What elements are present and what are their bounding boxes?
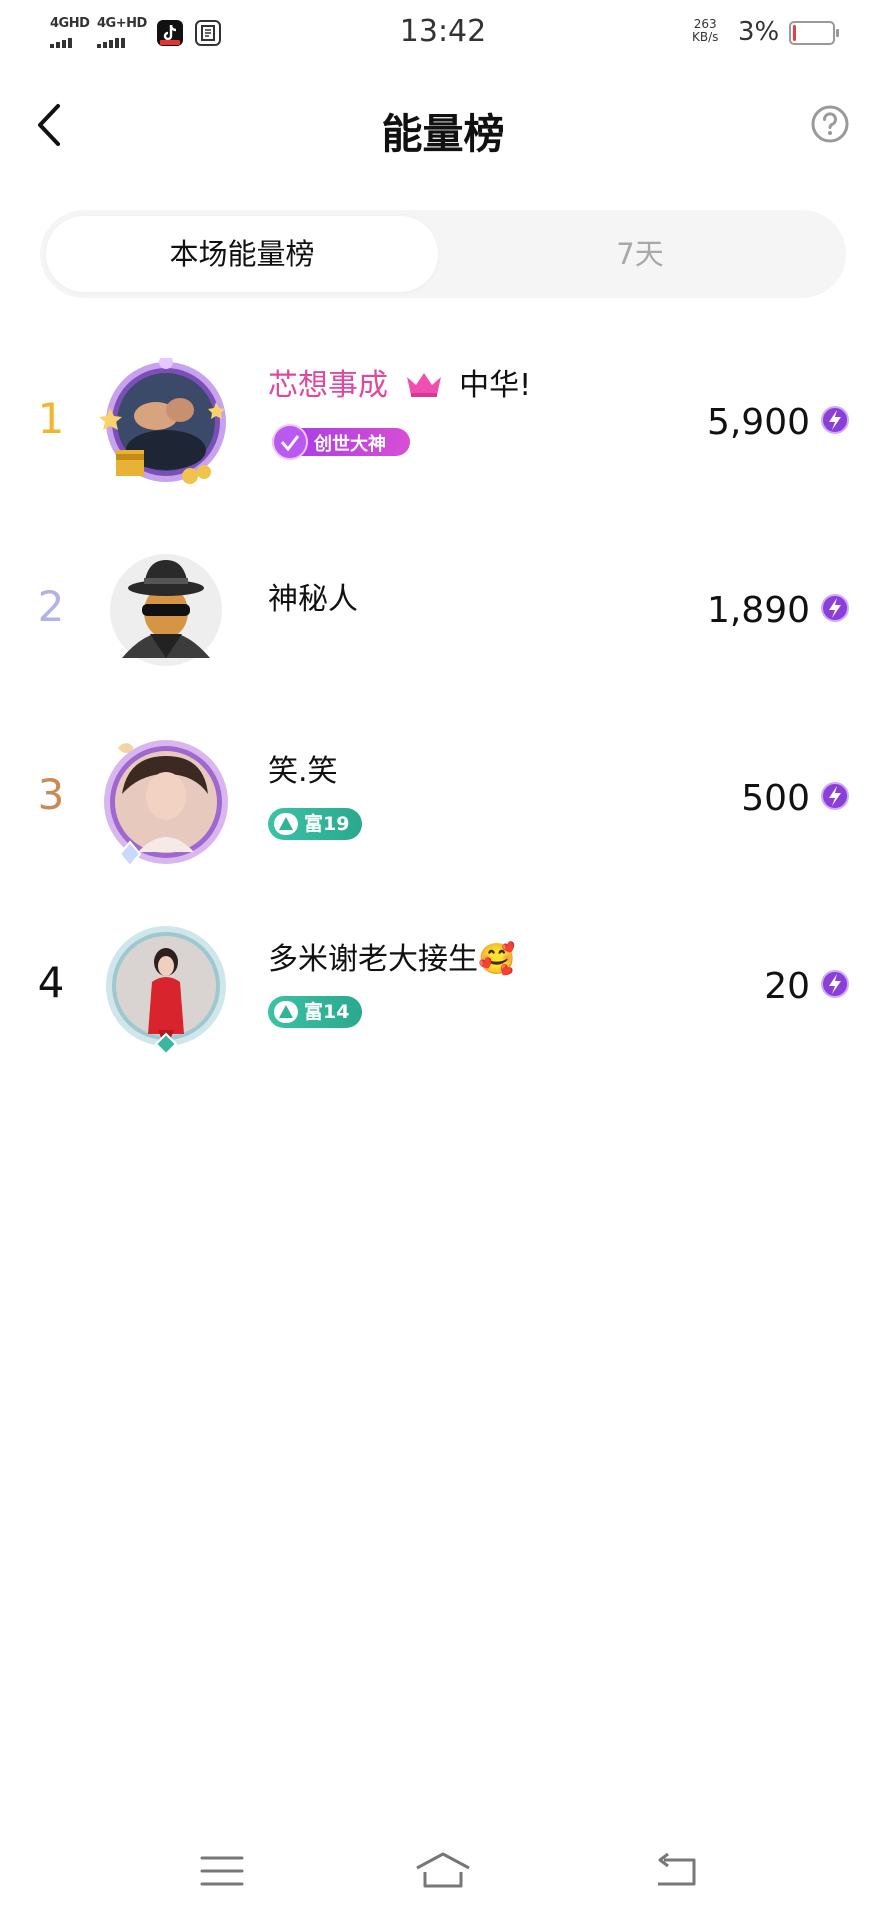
level-triangle-icon: [274, 1001, 298, 1023]
wealth-level-badge: 富19: [268, 808, 362, 840]
user-name-rest: 中华!: [459, 368, 532, 403]
tab-7-days[interactable]: 7天: [440, 216, 840, 292]
system-nav-bar: [0, 1820, 886, 1920]
ranking-row[interactable]: 1 芯想事成 中华! 创世大神 5,900: [0, 330, 886, 518]
page-title: 能量榜: [381, 110, 505, 158]
score-value: 1,890: [706, 590, 810, 631]
crown-icon: [406, 373, 441, 397]
user-name-highlight: 芯想事成: [268, 368, 388, 403]
status-bar: 4GHD 4G+HD 13:42 263 KB/s 3%: [0, 0, 886, 70]
avatar[interactable]: [98, 922, 234, 1058]
badge-creator-god: 创世大神: [268, 422, 414, 462]
level-triangle-icon: [274, 813, 298, 835]
wealth-level-badge: 富14: [268, 996, 362, 1028]
badge-label: 创世大神: [314, 434, 386, 455]
menu-icon: [200, 1856, 244, 1886]
badge-label: 富14: [304, 1001, 350, 1023]
user-name: 多米谢老大接生🥰: [268, 942, 516, 977]
battery-icon: [789, 21, 839, 45]
energy-icon: [821, 594, 849, 622]
badge-label: 富19: [304, 813, 350, 835]
home-icon: [416, 1852, 470, 1888]
header: 能量榜: [0, 80, 886, 170]
network-speed: 263 KB/s: [692, 18, 718, 44]
speed-unit: KB/s: [692, 30, 719, 44]
ranking-row[interactable]: 3 笑.笑 富19 500: [0, 706, 886, 894]
energy-icon: [821, 406, 849, 434]
menu-button[interactable]: [192, 1848, 252, 1894]
avatar[interactable]: [98, 355, 234, 494]
battery-percent: 3%: [738, 17, 780, 47]
question-circle-icon: [811, 105, 849, 143]
score-value: 500: [741, 778, 810, 819]
score-value: 20: [764, 966, 810, 1007]
help-button[interactable]: [810, 104, 850, 144]
rank-number: 3: [37, 770, 65, 819]
tab-current-session[interactable]: 本场能量榜: [46, 216, 438, 292]
rank-number: 2: [37, 582, 65, 631]
user-name: 笑.笑: [268, 754, 338, 789]
user-name: 芯想事成 中华!: [268, 360, 531, 404]
rank-number: 4: [37, 958, 65, 1007]
home-button[interactable]: [413, 1848, 473, 1894]
user-name: 神秘人: [268, 582, 358, 617]
avatar[interactable]: [98, 546, 234, 682]
ranking-row[interactable]: 2 神秘人 1,890: [0, 518, 886, 706]
score-value: 5,900: [706, 402, 810, 443]
energy-icon: [821, 782, 849, 810]
ranking-row[interactable]: 4 多米谢老大接生🥰 富14 20: [0, 894, 886, 1082]
avatar[interactable]: [98, 734, 234, 870]
return-icon: [658, 1852, 696, 1886]
return-button[interactable]: [646, 1848, 706, 1894]
tab-bar: 本场能量榜 7天: [40, 210, 846, 298]
energy-icon: [821, 970, 849, 998]
rank-number: 1: [37, 394, 65, 443]
